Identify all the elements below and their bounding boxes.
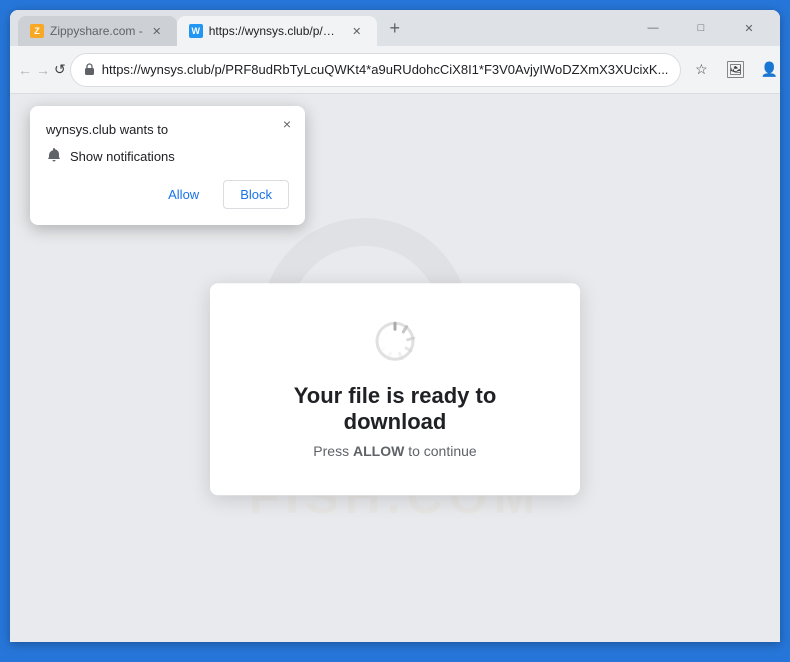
forward-button[interactable]: → <box>36 54 50 86</box>
tab-favicon-zippyshare: Z <box>30 24 44 38</box>
allow-button[interactable]: Allow <box>152 180 215 209</box>
new-tab-button[interactable]: + <box>381 14 409 42</box>
download-subtitle: Press ALLOW to continue <box>258 443 532 459</box>
back-button[interactable]: ← <box>18 54 32 86</box>
page-content: PC FISH.COM × wynsys.club wants to Show … <box>10 94 780 642</box>
tab-label-zippyshare: Zippyshare.com - <box>50 24 143 38</box>
tab-close-wynsys[interactable]: ✕ <box>349 23 365 39</box>
title-bar: Z Zippyshare.com - ✕ W https://wynsys.cl… <box>10 10 780 46</box>
maximize-button[interactable]: □ <box>678 13 724 43</box>
tabs-area: Z Zippyshare.com - ✕ W https://wynsys.cl… <box>10 10 630 46</box>
bookmark-button[interactable]: ☆ <box>685 54 717 86</box>
popup-notification-row: Show notifications <box>46 147 289 166</box>
download-title: Your file is ready to download <box>258 383 532 435</box>
notification-label: Show notifications <box>70 149 175 164</box>
subtitle-pre: Press <box>313 443 353 459</box>
tab-close-zippyshare[interactable]: ✕ <box>149 23 165 39</box>
tab-label-wynsys: https://wynsys.club/p/PRF8udRb <box>209 24 343 38</box>
subtitle-post: to continue <box>404 443 476 459</box>
browser-window: Z Zippyshare.com - ✕ W https://wynsys.cl… <box>10 10 780 642</box>
screenshot-button[interactable]: 🖼 <box>719 54 751 86</box>
tab-wynsys[interactable]: W https://wynsys.club/p/PRF8udRb ✕ <box>177 16 377 46</box>
reload-button[interactable]: ↺ <box>54 54 66 86</box>
address-bar[interactable]: https://wynsys.club/p/PRF8udRbTyLcuQWKt4… <box>70 53 682 87</box>
tab-zippyshare[interactable]: Z Zippyshare.com - ✕ <box>18 16 177 46</box>
nav-bar: ← → ↺ https://wynsys.club/p/PRF8udRbTyLc… <box>10 46 780 94</box>
nav-right-icons: ☆ 🖼 👤 ⋮ <box>685 54 790 86</box>
account-button[interactable]: 👤 <box>753 54 785 86</box>
spinner-container <box>258 319 532 363</box>
close-button[interactable]: ✕ <box>726 13 772 43</box>
subtitle-allow: ALLOW <box>353 443 404 459</box>
permission-popup: × wynsys.club wants to Show notification… <box>30 106 305 225</box>
lock-icon <box>83 62 96 78</box>
minimize-button[interactable]: — <box>630 13 676 43</box>
address-text: https://wynsys.club/p/PRF8udRbTyLcuQWKt4… <box>102 62 669 77</box>
download-card: Your file is ready to download Press ALL… <box>210 283 580 495</box>
popup-buttons: Allow Block <box>46 180 289 209</box>
tab-favicon-wynsys: W <box>189 24 203 38</box>
block-button[interactable]: Block <box>223 180 289 209</box>
loading-spinner <box>373 319 417 363</box>
window-controls: — □ ✕ <box>630 13 780 43</box>
popup-close-button[interactable]: × <box>277 114 297 134</box>
bell-icon <box>46 147 62 166</box>
popup-title: wynsys.club wants to <box>46 122 289 137</box>
